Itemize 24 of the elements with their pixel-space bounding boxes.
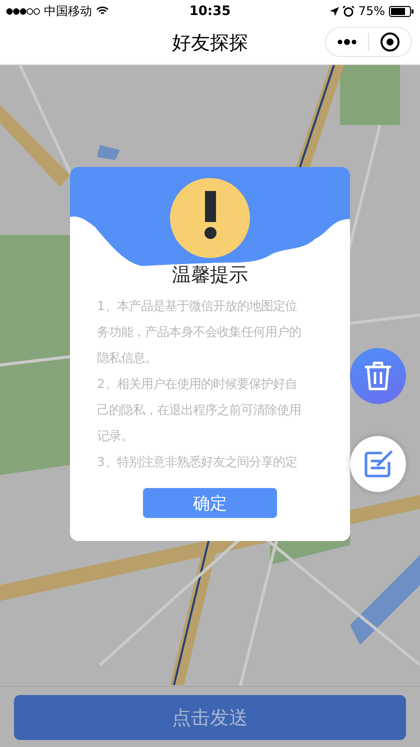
signal-icon xyxy=(6,8,40,14)
target-icon xyxy=(380,32,400,52)
notice-text: 1、本产品是基于微信开放的地图定位 xyxy=(97,298,297,315)
notice-text: 隐私信息。 xyxy=(97,350,157,367)
alarm-icon xyxy=(343,6,354,16)
wifi-icon xyxy=(96,6,109,16)
carrier-name: 中国移动 xyxy=(44,2,92,20)
battery-icon xyxy=(389,6,414,16)
edit-icon xyxy=(363,449,393,479)
trash-icon xyxy=(364,361,392,391)
send-button[interactable]: 点击发送 xyxy=(14,695,406,740)
notice-text: 记录。 xyxy=(97,428,133,445)
warning-icon xyxy=(170,178,250,258)
notice-text: 2、相关用户在使用的时候要保护好自 xyxy=(97,376,297,393)
notice-text: 己的隐私，在退出程序之前可清除使用 xyxy=(97,402,301,419)
status-time: 10:35 xyxy=(189,4,231,18)
dialog-title: 温馨提示 xyxy=(172,263,248,287)
more-icon xyxy=(337,39,357,45)
battery-percent: 75% xyxy=(358,4,386,18)
confirm-button[interactable]: 确定 xyxy=(143,488,277,518)
location-icon xyxy=(330,6,340,16)
notice-text: 务功能，产品本身不会收集任何用户的 xyxy=(97,324,301,341)
notice-text: 3、特别注意非熟悉好友之间分享的定 xyxy=(97,454,297,471)
page-title: 好友探探 xyxy=(172,31,248,56)
